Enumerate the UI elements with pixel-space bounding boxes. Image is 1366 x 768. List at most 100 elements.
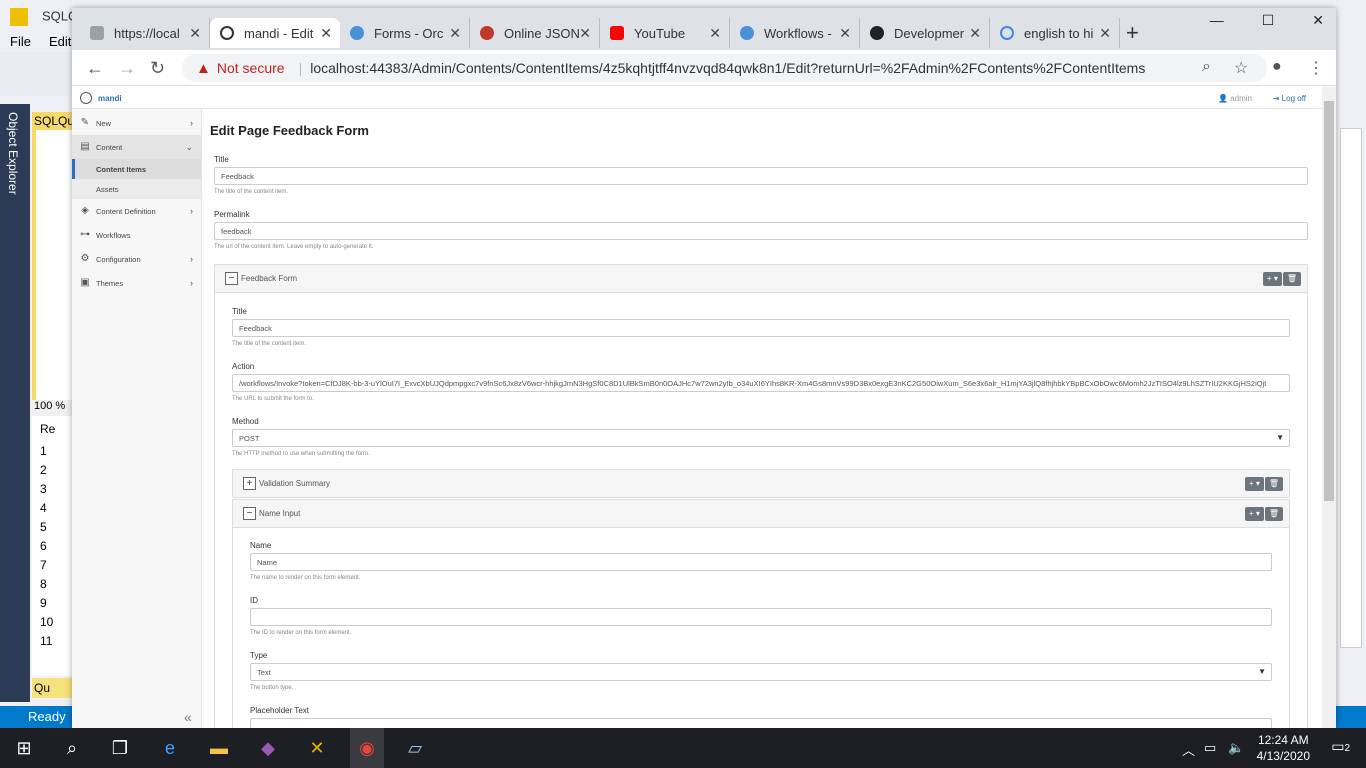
chevron-right-icon: › — [190, 206, 193, 216]
collapse-toggle-icon[interactable]: − — [225, 272, 238, 285]
page-scrollbar[interactable] — [1322, 87, 1336, 728]
add-widget-button[interactable]: + ▾ — [1244, 507, 1264, 521]
sidebar-item-new[interactable]: ✎ New › — [72, 111, 201, 135]
tray-arrow-icon[interactable]: ︿ — [1182, 740, 1195, 759]
add-widget-button[interactable]: + ▾ — [1262, 272, 1282, 286]
brand-link[interactable]: mandi — [80, 92, 122, 104]
collapse-sidebar-icon[interactable]: « — [184, 709, 192, 725]
browser-tab[interactable]: Workflows - ✕ — [730, 18, 860, 48]
chevron-right-icon: › — [190, 118, 193, 128]
new-tab-button[interactable]: + — [1126, 20, 1139, 46]
id-input[interactable] — [250, 608, 1272, 626]
browser-tab[interactable]: YouTube ✕ — [600, 18, 730, 48]
google-icon — [1000, 26, 1014, 40]
url-field[interactable]: ▲ Not secure | localhost:44383/Admin/Con… — [182, 54, 1267, 82]
browser-tab[interactable]: https://local ✕ — [80, 18, 210, 48]
clock[interactable]: 12:24 AM 4/13/2020 — [1257, 732, 1310, 764]
sidebar-item-assets[interactable]: Assets — [72, 179, 201, 199]
results-header[interactable]: Re — [32, 416, 72, 442]
ssms-title: SQLQ — [10, 8, 78, 26]
placeholder-input[interactable] — [250, 718, 1272, 728]
name-input[interactable]: Name — [250, 553, 1272, 571]
close-icon[interactable]: ✕ — [709, 25, 721, 42]
form-title-input[interactable]: Feedback — [232, 319, 1290, 337]
close-icon[interactable]: ✕ — [189, 25, 201, 42]
sidebar-item-content-items[interactable]: Content Items — [72, 159, 201, 179]
browser-tab[interactable]: english to hi ✕ — [990, 18, 1120, 48]
search-icon[interactable]: ⌕ — [60, 736, 84, 760]
volume-icon[interactable]: 🔈 — [1228, 740, 1244, 756]
ssms-scrollbar[interactable] — [1340, 128, 1362, 648]
sidebar-item-content-definition[interactable]: ◈ Content Definition › — [72, 199, 201, 223]
ssms-icon[interactable]: ✕ — [305, 736, 329, 760]
maximize-icon[interactable]: ☐ — [1262, 12, 1275, 28]
menu-dots-icon[interactable]: ⋮ — [1308, 58, 1324, 78]
browser-tab[interactable]: Forms - Orc ✕ — [340, 18, 470, 48]
delete-widget-button[interactable]: 🗑 — [1264, 507, 1283, 521]
ssms-zoom[interactable]: 100 % — [32, 400, 72, 414]
logoff-link[interactable]: ⇥ Log off — [1273, 94, 1306, 103]
object-explorer-tab[interactable]: Object Explorer — [0, 104, 30, 702]
notepad-icon[interactable]: ▱ — [403, 736, 427, 760]
gear-icon: ⚙ — [80, 253, 90, 264]
ie-icon[interactable]: e — [158, 736, 182, 760]
delete-widget-button[interactable]: 🗑 — [1282, 272, 1301, 286]
browser-tab[interactable]: Online JSON ✕ — [470, 18, 600, 48]
minimize-icon[interactable]: — — [1210, 12, 1224, 28]
id-label: ID — [250, 596, 258, 605]
title-label: Title — [214, 155, 229, 164]
sidebar-item-workflows[interactable]: ⊶ Workflows — [72, 223, 201, 247]
method-select[interactable]: POST ▼ — [232, 429, 1290, 447]
close-window-icon[interactable]: ✕ — [1312, 12, 1324, 28]
zoom-icon[interactable]: ⌕ — [1202, 58, 1211, 76]
close-icon[interactable]: ✕ — [320, 25, 332, 42]
user-menu[interactable]: 👤 admin — [1218, 94, 1252, 103]
close-icon[interactable]: ✕ — [839, 25, 851, 42]
title-input[interactable]: Feedback — [214, 167, 1308, 185]
close-icon[interactable]: ✕ — [1099, 25, 1111, 42]
browser-tab-active[interactable]: mandi - Edit ✕ — [210, 18, 340, 48]
scrollbar-thumb[interactable] — [1324, 101, 1334, 501]
permalink-input[interactable]: feedback — [214, 222, 1308, 240]
network-icon[interactable]: ▭ — [1204, 740, 1216, 756]
type-select[interactable]: Text ▼ — [250, 663, 1272, 681]
widget-actions: + ▾ 🗑 — [1262, 272, 1301, 286]
sitemap-icon: ⊶ — [80, 229, 90, 240]
forward-icon[interactable]: → — [118, 58, 136, 79]
reload-icon[interactable]: ↻ — [150, 58, 165, 79]
admin-topbar: mandi 👤 admin ⇥ Log off — [72, 87, 1322, 109]
bookmark-star-icon[interactable]: ☆ — [1234, 58, 1248, 78]
browser-tab[interactable]: Developmer ✕ — [860, 18, 990, 48]
chrome-icon[interactable]: ◉ — [350, 728, 384, 768]
orchard-icon — [220, 26, 234, 40]
add-widget-button[interactable]: + ▾ — [1244, 477, 1264, 491]
not-secure-label[interactable]: Not secure — [217, 60, 285, 76]
file-explorer-icon[interactable]: ▬ — [207, 736, 231, 760]
notification-icon[interactable]: ▭2 — [1331, 738, 1350, 755]
visual-studio-icon[interactable]: ◆ — [256, 736, 280, 760]
sidebar-item-content[interactable]: ▤ Content ⌄ — [72, 135, 201, 159]
url-text[interactable]: localhost:44383/Admin/Contents/ContentIt… — [310, 60, 1145, 76]
profile-icon[interactable]: ● — [1272, 58, 1282, 76]
ssms-editor[interactable] — [32, 130, 72, 400]
sidebar-item-configuration[interactable]: ⚙ Configuration › — [72, 247, 201, 271]
orchard-logo-icon — [80, 92, 92, 104]
ssms-query-tab[interactable]: SQLQu — [32, 112, 74, 130]
ssms-right-panel — [1336, 104, 1366, 704]
ssms-menu-edit[interactable]: Edit — [49, 34, 71, 49]
page-title: Edit Page Feedback Form — [210, 123, 369, 138]
back-icon[interactable]: ← — [86, 58, 104, 79]
expand-toggle-icon[interactable]: + — [243, 477, 256, 490]
delete-widget-button[interactable]: 🗑 — [1264, 477, 1283, 491]
close-icon[interactable]: ✕ — [579, 25, 591, 42]
ssms-menu-file[interactable]: File — [10, 34, 31, 49]
action-input[interactable]: /workflows/Invoke?token=CfDJ8K-bb-3-uYlO… — [232, 374, 1290, 392]
sidebar-item-themes[interactable]: ▣ Themes › — [72, 271, 201, 295]
collapse-toggle-icon[interactable]: − — [243, 507, 256, 520]
widget-header: − Feedback Form + ▾ 🗑 — [215, 265, 1307, 293]
close-icon[interactable]: ✕ — [969, 25, 981, 42]
task-view-icon[interactable]: ❐ — [108, 736, 132, 760]
close-icon[interactable]: ✕ — [449, 25, 461, 42]
windows-start-icon[interactable]: ⊞ — [12, 736, 36, 760]
id-hint: The ID to render on this form element. — [250, 630, 352, 636]
